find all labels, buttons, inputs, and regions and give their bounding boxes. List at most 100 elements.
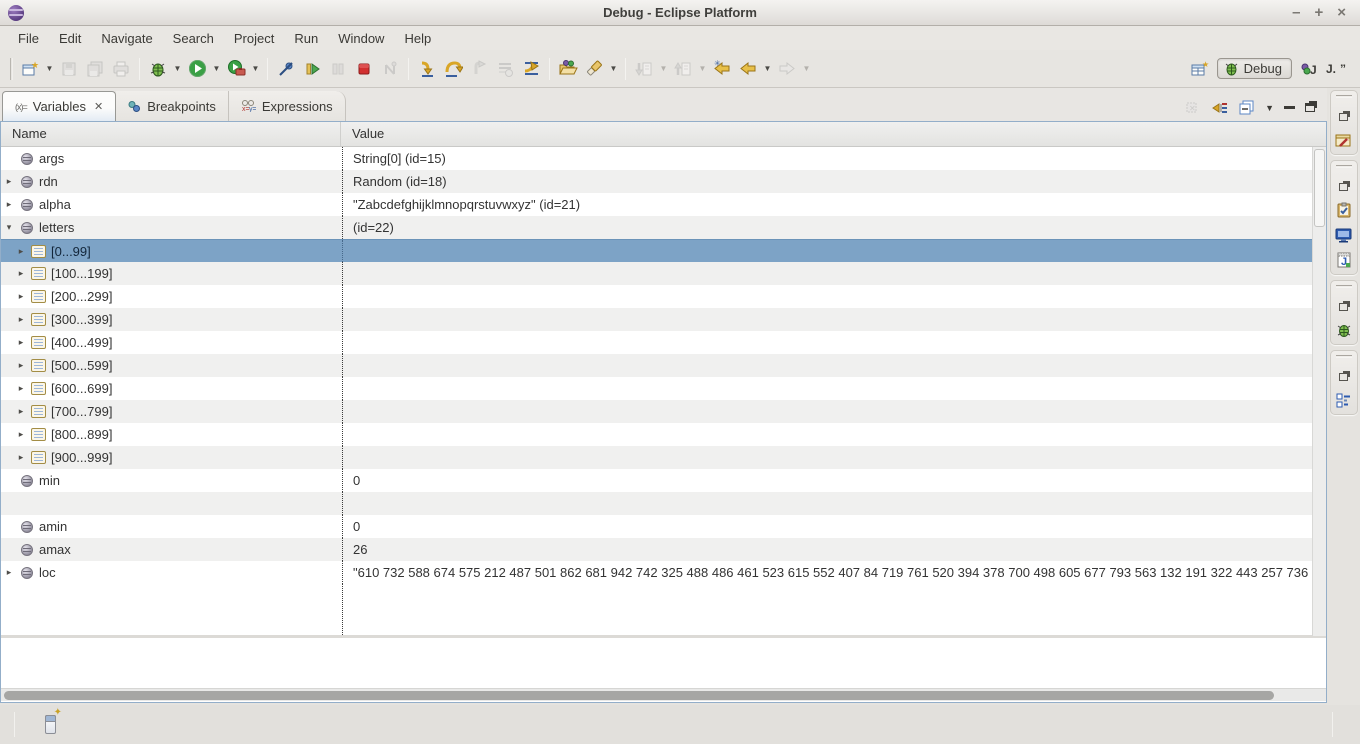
resume-button[interactable]	[300, 57, 324, 81]
menu-file[interactable]: File	[8, 28, 49, 49]
fast-view-icon[interactable]	[45, 715, 56, 734]
run-last-tool-button[interactable]	[224, 57, 248, 81]
expand-arrow-icon[interactable]: ▸	[15, 314, 27, 325]
menu-run[interactable]: Run	[284, 28, 328, 49]
menu-navigate[interactable]: Navigate	[91, 28, 162, 49]
new-wizard-dropdown[interactable]: ▼	[43, 57, 56, 81]
stack-drag-handle[interactable]	[1336, 95, 1352, 98]
horizontal-scrollbar[interactable]	[1, 688, 1326, 701]
search-dropdown[interactable]: ▼	[607, 57, 620, 81]
vertical-scrollbar[interactable]	[1312, 147, 1326, 636]
run-launch-button[interactable]	[185, 57, 209, 81]
expand-arrow-icon[interactable]: ▸	[15, 291, 27, 302]
menu-help[interactable]: Help	[394, 28, 441, 49]
table-row[interactable]: ▸ [500...599]	[1, 354, 1326, 377]
back-dropdown[interactable]: ▼	[761, 57, 774, 81]
column-header-value[interactable]: Value	[341, 122, 1326, 146]
table-row[interactable]: min 0	[1, 469, 1326, 492]
table-row[interactable]	[1, 492, 1326, 515]
table-row[interactable]: ▸ [600...699]	[1, 377, 1326, 400]
table-row[interactable]: ▸ [0...99]	[1, 239, 1326, 262]
scrollbar-thumb[interactable]	[4, 691, 1274, 700]
perspective-java-button[interactable]: J	[1297, 57, 1321, 81]
outline-icon[interactable]	[1335, 392, 1353, 408]
perspective-debug-button[interactable]: Debug	[1217, 58, 1292, 79]
table-row[interactable]: args String[0] (id=15)	[1, 147, 1326, 170]
table-row[interactable]: ▸ [900...999]	[1, 446, 1326, 469]
scrollbar-thumb[interactable]	[1314, 149, 1325, 227]
show-logical-structure-button[interactable]	[1212, 101, 1229, 115]
stack-drag-handle[interactable]	[1336, 355, 1352, 358]
table-row[interactable]: ▸ [700...799]	[1, 400, 1326, 423]
maximize-view-button[interactable]	[1305, 103, 1319, 112]
menu-search[interactable]: Search	[163, 28, 224, 49]
menu-project[interactable]: Project	[224, 28, 284, 49]
console-icon[interactable]	[1335, 227, 1353, 243]
view-menu-button[interactable]: ▼	[1265, 103, 1274, 113]
skip-all-breakpoints-button[interactable]	[274, 57, 298, 81]
expand-arrow-icon[interactable]: ▸	[3, 176, 15, 187]
debug-view-icon[interactable]	[1335, 322, 1353, 338]
expand-arrow-icon[interactable]: ▸	[15, 452, 27, 463]
table-row[interactable]: ▸ alpha "Zabcdefghijklmnopqrstuvwxyz" (i…	[1, 193, 1326, 216]
minimize-view-button[interactable]	[1284, 106, 1295, 109]
expand-arrow-icon[interactable]: ▸	[15, 337, 27, 348]
editor-icon[interactable]	[1335, 132, 1353, 148]
tab-expressions[interactable]: x=y= Expressions	[229, 91, 346, 121]
run-last-tool-dropdown[interactable]: ▼	[249, 57, 262, 81]
table-row[interactable]: ▸ [400...499]	[1, 331, 1326, 354]
close-window-button[interactable]: ×	[1337, 0, 1346, 26]
expand-arrow-icon[interactable]: ▸	[3, 199, 15, 210]
step-into-button[interactable]	[415, 57, 439, 81]
new-wizard-button[interactable]: ★	[18, 57, 42, 81]
step-over-button[interactable]	[441, 57, 465, 81]
tab-breakpoints[interactable]: Breakpoints	[116, 91, 229, 121]
debug-launch-dropdown[interactable]: ▼	[171, 57, 184, 81]
run-launch-dropdown[interactable]: ▼	[210, 57, 223, 81]
tasks-icon[interactable]	[1335, 202, 1353, 218]
expand-arrow-icon[interactable]: ▾	[3, 222, 15, 233]
stack-drag-handle[interactable]	[1336, 165, 1352, 168]
close-tab-icon[interactable]: ✕	[94, 100, 103, 113]
restore-view-icon[interactable]	[1335, 177, 1353, 193]
expand-arrow-icon[interactable]: ▸	[15, 268, 27, 279]
expand-arrow-icon[interactable]: ▸	[15, 406, 27, 417]
table-row[interactable]: ▸ rdn Random (id=18)	[1, 170, 1326, 193]
debug-launch-button[interactable]	[146, 57, 170, 81]
open-perspective-button[interactable]: ★	[1188, 57, 1212, 81]
table-row[interactable]: ▸ loc "610 732 588 674 575 212 487 501 8…	[1, 561, 1326, 584]
table-row[interactable]: ▸ [800...899]	[1, 423, 1326, 446]
table-row[interactable]: ▸ [100...199]	[1, 262, 1326, 285]
perspective-java-browsing-button[interactable]: J.	[1326, 62, 1336, 76]
restore-view-icon[interactable]	[1335, 367, 1353, 383]
perspective-scrapbook-button[interactable]: ”	[1340, 62, 1346, 76]
expand-arrow-icon[interactable]: ▸	[15, 383, 27, 394]
stack-drag-handle[interactable]	[1336, 285, 1352, 288]
menu-edit[interactable]: Edit	[49, 28, 91, 49]
expand-arrow-icon[interactable]: ▸	[15, 360, 27, 371]
use-step-filters-button[interactable]	[519, 57, 543, 81]
expand-arrow-icon[interactable]: ▸	[15, 429, 27, 440]
minimize-window-button[interactable]: –	[1292, 0, 1300, 26]
tab-variables[interactable]: (x)= Variables ✕	[2, 91, 116, 121]
restore-view-icon[interactable]	[1335, 297, 1353, 313]
terminate-button[interactable]	[352, 57, 376, 81]
expand-arrow-icon[interactable]: ▸	[15, 246, 27, 257]
maximize-window-button[interactable]: +	[1314, 0, 1323, 26]
table-row[interactable]: ▸ [300...399]	[1, 308, 1326, 331]
collapse-all-button[interactable]	[1239, 100, 1255, 115]
table-row[interactable]: amax 26	[1, 538, 1326, 561]
detail-pane[interactable]	[1, 638, 1326, 688]
open-type-button[interactable]	[556, 57, 580, 81]
table-row[interactable]: amin 0	[1, 515, 1326, 538]
search-button[interactable]	[582, 57, 606, 81]
column-header-name[interactable]: Name	[1, 122, 341, 146]
restore-view-icon[interactable]	[1335, 107, 1353, 123]
menu-window[interactable]: Window	[328, 28, 394, 49]
back-button[interactable]	[736, 57, 760, 81]
expand-arrow-icon[interactable]: ▸	[3, 567, 15, 578]
table-row[interactable]: ▸ [200...299]	[1, 285, 1326, 308]
table-row[interactable]: ▾ letters (id=22)	[1, 216, 1326, 239]
javadoc-icon[interactable]: J	[1335, 252, 1353, 268]
last-edit-location-button[interactable]: ✳	[710, 57, 734, 81]
